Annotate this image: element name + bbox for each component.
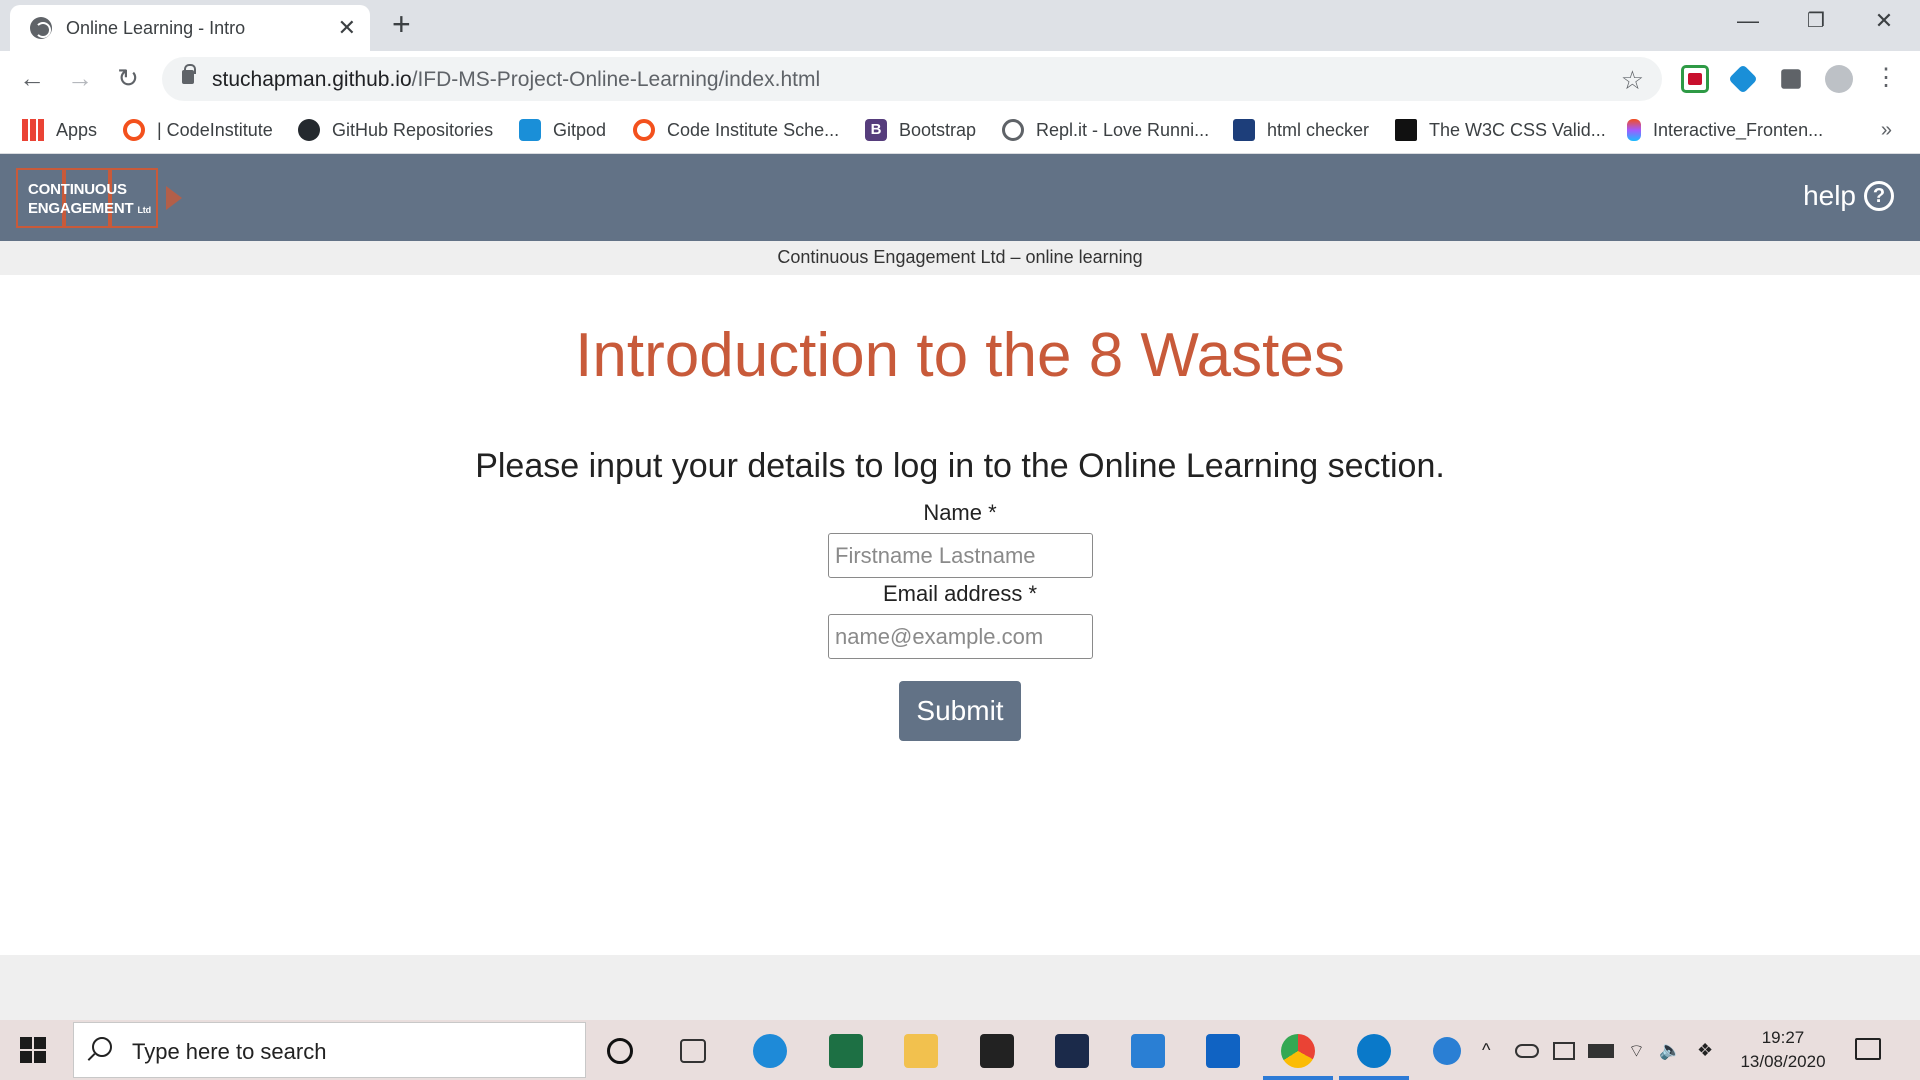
new-tab-button[interactable]: + [392,6,411,42]
windows-taskbar: Type here to search ^ ⌔ 🔈 ❖ 19:27 13/08/… [0,1020,1920,1080]
chrome-icon[interactable] [1281,1034,1315,1068]
windows-start-icon[interactable] [20,1037,46,1063]
search-icon [92,1037,112,1057]
dropbox-icon[interactable]: ❖ [1697,1040,1713,1061]
wifi-icon[interactable]: ⌔ [1628,1040,1645,1063]
submit-button[interactable]: Submit [899,681,1021,741]
bookmarks-overflow-button[interactable]: » [1881,119,1892,142]
show-hidden-icons-button[interactable]: ^ [1482,1040,1490,1061]
bookmark-bootstrap[interactable]: B Bootstrap [865,115,976,145]
help-link[interactable]: help ? [1803,180,1894,212]
w3c-css-icon [1395,119,1417,141]
edge-icon[interactable] [753,1034,787,1068]
help-tray-icon[interactable] [1433,1037,1461,1065]
codeinstitute-icon [123,119,145,141]
bookmark-gitpod[interactable]: Gitpod [519,115,606,145]
codeinstitute-icon [633,119,655,141]
bookmark-codeinstitute[interactable]: | CodeInstitute [123,115,273,145]
file-explorer-icon[interactable] [904,1034,938,1068]
taskbar-search[interactable]: Type here to search [73,1022,586,1078]
clock-date: 13/08/2020 [1740,1052,1826,1071]
bookmark-apps[interactable]: Apps [22,115,97,145]
login-instructions: Please input your details to log in to t… [475,447,1445,485]
email-input[interactable] [828,614,1093,659]
bootstrap-icon: B [865,119,887,141]
security-icon[interactable] [1553,1042,1575,1060]
company-logo[interactable]: CONTINUOUS ENGAGEMENT Ltd [16,168,182,230]
github-icon [298,119,320,141]
volume-icon[interactable]: 🔈 [1659,1040,1681,1061]
bookmark-html-checker[interactable]: html checker [1233,115,1369,145]
page-title: Introduction to the 8 Wastes [575,321,1345,390]
browser-tab-strip: Online Learning - Intro ✕ + — ❐ ✕ [0,0,1920,51]
profile-avatar-icon[interactable] [1825,65,1853,93]
site-header: CONTINUOUS ENGAGEMENT Ltd help ? [0,154,1920,241]
restore-button[interactable]: ❐ [1796,8,1836,33]
clock-time: 19:27 [1761,1028,1805,1047]
site-subheader: Continuous Engagement Ltd – online learn… [0,241,1920,275]
site-footer [0,955,1920,1020]
close-tab-icon[interactable]: ✕ [338,15,356,41]
login-section: Introduction to the 8 Wastes Please inpu… [0,275,1920,955]
tab-online-learning[interactable]: Online Learning - Intro ✕ [10,5,370,51]
browser-toolbar: ← → ↻ stuchapman.github.io/IFD-MS-Projec… [0,51,1920,107]
w3c-html-icon [1233,119,1255,141]
system-clock[interactable]: 19:27 13/08/2020 [1728,1026,1838,1074]
back-button[interactable]: ← [14,63,50,93]
bookmark-code-institute-schedule[interactable]: Code Institute Sche... [633,115,839,145]
close-window-button[interactable]: ✕ [1864,8,1904,34]
forward-button[interactable]: → [62,63,98,93]
chrome-menu-icon[interactable]: ⋮ [1868,63,1904,93]
reload-button[interactable]: ↻ [110,63,146,93]
bookmarks-bar: Apps | CodeInstitute GitHub Repositories… [0,107,1920,154]
battery-icon[interactable] [1588,1044,1614,1058]
gitpod-icon [519,119,541,141]
replit-icon [1002,119,1024,141]
hp-icon[interactable] [1357,1034,1391,1068]
bookmark-interactive-frontend[interactable]: Interactive_Fronten... [1627,115,1823,145]
address-bar[interactable]: stuchapman.github.io/IFD-MS-Project-Onli… [162,57,1662,101]
mail-icon[interactable] [1131,1034,1165,1068]
bookmark-github-repositories[interactable]: GitHub Repositories [298,115,493,145]
outlook-icon[interactable] [1206,1034,1240,1068]
store-icon[interactable] [980,1034,1014,1068]
name-label: Name * [923,500,997,525]
excel-icon[interactable] [829,1034,863,1068]
extension-gitpod-icon[interactable] [1728,64,1758,94]
url-text[interactable]: stuchapman.github.io/IFD-MS-Project-Onli… [212,68,820,92]
onedrive-icon[interactable] [1515,1044,1539,1058]
globe-icon [30,17,52,39]
bookmark-w3c-css-validator[interactable]: The W3C CSS Valid... [1395,115,1606,145]
extension-mcafee-icon[interactable] [1681,65,1709,93]
figma-icon [1627,119,1641,141]
extensions-puzzle-icon[interactable] [1781,69,1801,89]
bookmark-replit[interactable]: Repl.it - Love Runni... [1002,115,1209,145]
help-label: help [1803,180,1856,211]
tab-title: Online Learning - Intro [66,18,246,38]
minimize-button[interactable]: — [1728,8,1768,34]
visual-studio-icon[interactable] [1055,1034,1089,1068]
lock-icon[interactable] [182,64,196,84]
apps-grid-icon [22,119,44,141]
email-label: Email address * [882,581,1038,606]
bookmark-star-icon[interactable]: ☆ [1621,65,1644,96]
task-view-icon[interactable] [680,1039,706,1063]
name-input[interactable] [828,533,1093,578]
question-circle-icon: ? [1864,181,1894,211]
notifications-icon[interactable] [1855,1038,1881,1060]
taskbar-search-placeholder: Type here to search [132,1039,327,1064]
cortana-icon[interactable] [607,1038,633,1064]
